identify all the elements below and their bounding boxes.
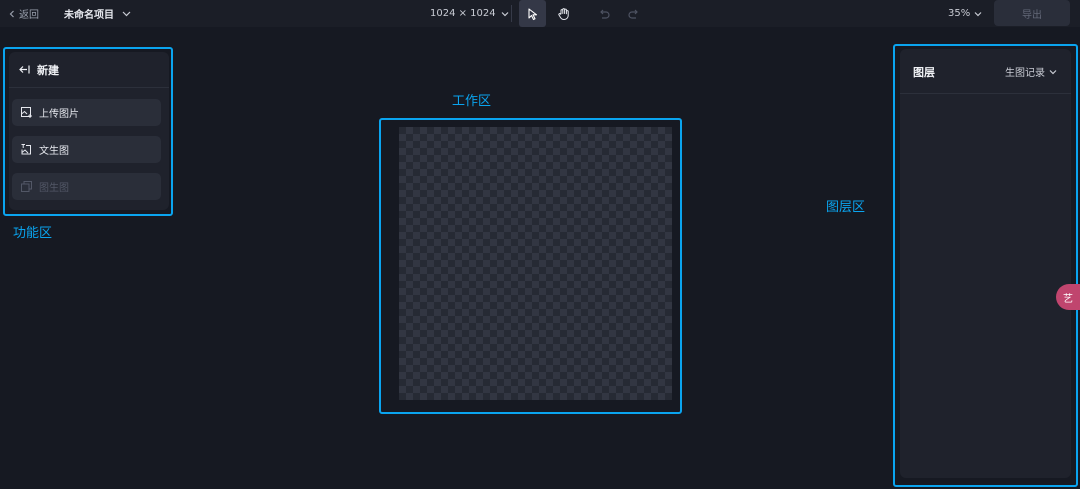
chevron-down-icon xyxy=(122,11,131,17)
chevron-left-icon xyxy=(9,10,14,17)
zoom-dropdown[interactable]: 35% xyxy=(948,0,982,27)
project-name-dropdown[interactable]: 未命名项目 xyxy=(64,0,131,27)
canvas-size-value: 1024 × 1024 xyxy=(430,8,496,19)
function-area-highlight xyxy=(3,47,173,216)
hand-tool-button[interactable] xyxy=(550,0,577,27)
work-area-label: 工作区 xyxy=(452,94,492,109)
toolbar-divider xyxy=(511,5,512,22)
back-button[interactable]: 返回 xyxy=(8,0,39,27)
chevron-down-icon xyxy=(501,11,509,16)
redo-icon xyxy=(627,9,638,19)
work-area-highlight xyxy=(379,118,682,414)
floating-assistant-button[interactable]: 艺 xyxy=(1056,284,1080,310)
chevron-down-icon xyxy=(974,11,982,16)
layer-area-highlight xyxy=(893,44,1078,487)
redo-button[interactable] xyxy=(620,0,647,27)
export-button[interactable]: 导出 xyxy=(994,0,1070,26)
function-area-label: 功能区 xyxy=(13,226,53,241)
layer-area-label: 图层区 xyxy=(826,200,866,215)
undo-icon xyxy=(599,9,610,19)
hand-icon xyxy=(557,7,569,20)
project-name: 未命名项目 xyxy=(64,10,114,21)
top-toolbar: 返回 未命名项目 1024 × 1024 35% 导出 xyxy=(0,0,1080,27)
select-tool-button[interactable] xyxy=(519,0,546,27)
back-label: 返回 xyxy=(19,10,39,21)
undo-button[interactable] xyxy=(590,0,617,27)
cursor-icon xyxy=(527,7,537,20)
canvas-size-dropdown[interactable]: 1024 × 1024 xyxy=(430,0,509,27)
zoom-value: 35% xyxy=(948,8,971,19)
